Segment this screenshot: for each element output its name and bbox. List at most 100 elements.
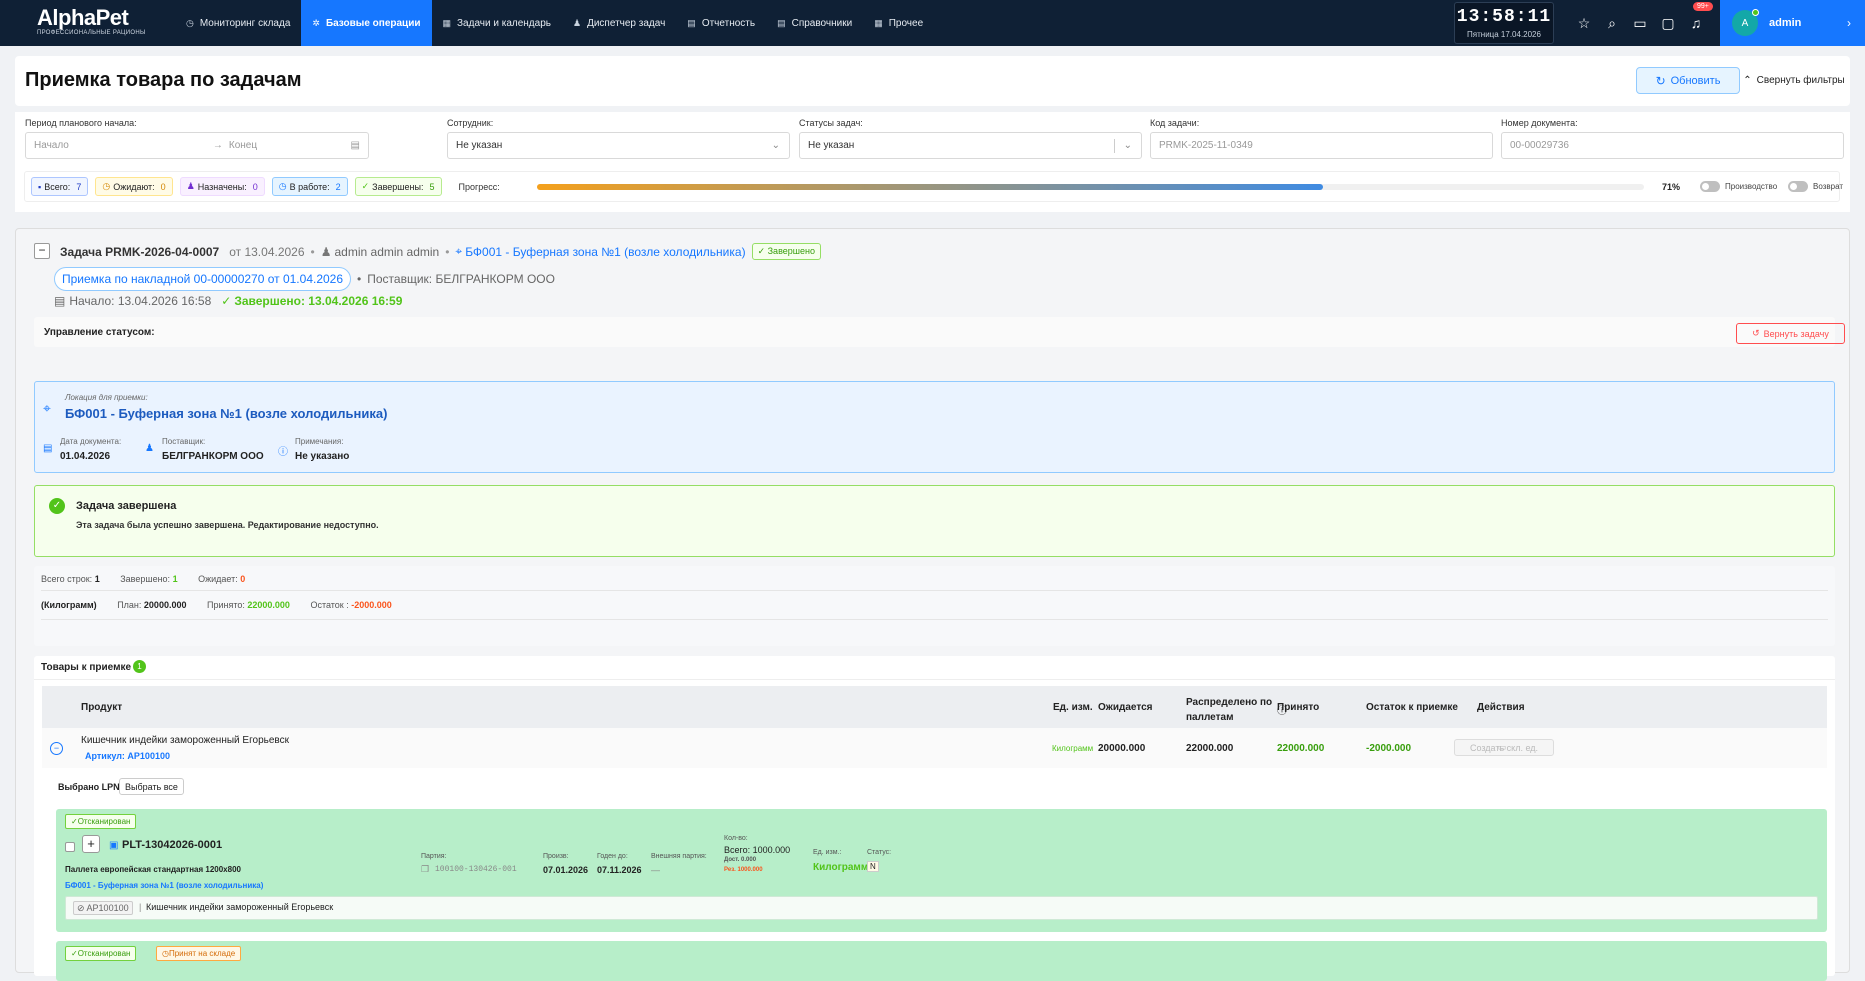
nav-base-operations[interactable]: ✲ Базовые операции: [301, 0, 432, 46]
status-control-panel: Управление статусом: ↺ Вернуть задачу: [34, 317, 1845, 347]
create-storage-unit-button[interactable]: ▭ Создать скл. ед.: [1454, 739, 1554, 756]
task-code-input[interactable]: PRMK-2025-11-0349: [1150, 132, 1493, 159]
expand-pallet-button[interactable]: +: [82, 835, 100, 853]
calendar-icon: ▦: [442, 17, 452, 28]
doc-number-label: Номер документа:: [1501, 118, 1578, 128]
task-doc-row: Приемка по накладной 00-00000270 от 01.0…: [54, 267, 555, 291]
doc-number-input[interactable]: 00-00029736: [1501, 132, 1844, 159]
nav-directories[interactable]: ▤ Справочники: [766, 0, 863, 46]
nav-tasks-calendar[interactable]: ▦ Задачи и календарь: [432, 0, 562, 46]
date-range-picker[interactable]: Начало → Конец ▤: [25, 132, 369, 159]
top-icons: ☆ ⌕ ▭ ▢ ♫ 99+: [1570, 0, 1713, 46]
divider: [41, 590, 1828, 591]
stat-assigned[interactable]: ♟ Назначены: 0: [179, 177, 265, 196]
ext-batch-value: —: [651, 865, 660, 875]
task-start: Начало: 13.04.2026 16:58: [69, 294, 212, 308]
pallet-lpn[interactable]: PLT-13042026-0001: [122, 839, 222, 851]
batch-label: Партия:: [421, 853, 447, 860]
refresh-label: Обновить: [1670, 74, 1721, 87]
stat-waiting[interactable]: ◷ Ожидают: 0: [95, 177, 173, 196]
pallet-unit-label: Ед. изм.:: [813, 849, 842, 856]
message-icon[interactable]: ▢: [1654, 15, 1682, 32]
bell-icon[interactable]: ♫ 99+: [1682, 2, 1713, 31]
product-name: Кишечник индейки замороженный Егорьевск: [81, 735, 289, 746]
divider: [1114, 139, 1115, 153]
stat-value: 2: [335, 181, 341, 192]
progress-percent: 71%: [1662, 182, 1681, 192]
chat-icon[interactable]: ▭: [1626, 15, 1654, 32]
qty-total: Всего: 1000.000: [724, 845, 791, 855]
end-date-input[interactable]: Конец: [229, 140, 368, 151]
item-name: Кишечник индейки замороженный Егорьевск: [146, 902, 334, 912]
star-icon[interactable]: ☆: [1570, 15, 1598, 32]
refresh-button[interactable]: ↻ Обновить: [1636, 67, 1740, 94]
clock-time: 13:58:11: [1456, 7, 1552, 27]
nav-other[interactable]: ▦ Прочее: [863, 0, 934, 46]
logo-subtitle: ПРОФЕССИОНАЛЬНЫЕ РАЦИОНЫ: [37, 30, 146, 36]
collapse-filters-button[interactable]: ⌃ Свернуть фильтры: [1738, 67, 1850, 94]
pallet-location[interactable]: БФ001 - Буферная зона №1 (возле холодиль…: [65, 881, 263, 890]
stat-total[interactable]: ▪ Всего: 7: [31, 177, 89, 196]
return-toggle[interactable]: [1788, 181, 1808, 192]
undo-icon: ↺: [1752, 328, 1760, 338]
collapse-task-button[interactable]: −: [34, 243, 50, 259]
task-finished: Завершено: 13.04.2026 16:59: [234, 294, 403, 308]
box-icon: ▣: [109, 840, 119, 851]
stat-done[interactable]: ✓ Завершены: 5: [354, 177, 442, 196]
stats-bar: ▪ Всего: 7 ◷ Ожидают: 0 ♟ Назначены: 0 ◷ В рабо…: [24, 171, 1843, 202]
done-title: Задача завершена: [76, 500, 177, 512]
employee-select[interactable]: Не указан ⌄: [447, 132, 790, 159]
employee-label: Сотрудник:: [447, 118, 494, 128]
copy-icon[interactable]: ❐: [421, 864, 429, 875]
search-icon[interactable]: ⌕: [1598, 15, 1626, 32]
check-circle-icon: ✓: [361, 181, 370, 191]
stat-inwork[interactable]: ◷ В работе: 2: [271, 177, 348, 196]
item-code-tag: ⊘ AP100100: [73, 901, 133, 915]
status-badge-label: Завершено: [767, 246, 815, 256]
help-icon[interactable]: ⓘ: [1277, 702, 1287, 717]
user-name: admin: [1769, 17, 1802, 29]
location-label: Локация для приемки:: [65, 393, 148, 402]
status-select[interactable]: Не указан ⌄: [799, 132, 1142, 159]
logo[interactable]: AlphaPet ПРОФЕССИОНАЛЬНЫЕ РАЦИОНЫ: [0, 0, 175, 46]
counts-panel: Всего строк: 1 Завершено: 1 Ожидает: 0 (…: [34, 566, 1835, 646]
task-card: − Задача PRMK-2026-04-0007 от 13.04.2026…: [15, 228, 1850, 981]
nav-dispatcher[interactable]: ♟ Диспетчер задач: [562, 0, 676, 46]
chevron-right-icon: ›: [1847, 16, 1851, 30]
nav-reports[interactable]: ▤ Отчетность: [676, 0, 766, 46]
product-accepted: 22000.000: [1277, 743, 1325, 754]
user-menu[interactable]: A admin ›: [1720, 0, 1865, 46]
task-code-label: Код задачи:: [1150, 118, 1200, 128]
done-text: Эта задача была успешно завершена. Редак…: [76, 520, 379, 530]
product-expected: 20000.000: [1098, 743, 1146, 754]
pallet-checkbox[interactable]: [65, 842, 75, 852]
accepted-label: Принято:: [206, 600, 245, 610]
grid-icon: ▦: [874, 17, 883, 28]
nav-monitoring[interactable]: ◷ Мониторинг склада: [175, 0, 301, 46]
arrow-right-icon: →: [212, 140, 223, 151]
doc-date-label: Дата документа:: [60, 437, 122, 446]
return-task-button[interactable]: ↺ Вернуть задачу: [1736, 323, 1845, 344]
task-title-row: Задача PRMK-2026-04-0007 от 13.04.2026 •…: [60, 243, 821, 260]
calendar-icon: ▤: [54, 294, 66, 308]
prod-label: Произв:: [543, 853, 569, 860]
doc-pill[interactable]: Приемка по накладной 00-00000270 от 01.0…: [54, 267, 352, 291]
production-toggle[interactable]: [1700, 181, 1720, 192]
employee-value: Не указан: [456, 140, 503, 151]
supplier-value: БЕЛГРАНКОРМ ООО: [162, 451, 264, 462]
check-circle-icon: ✓: [757, 246, 768, 256]
select-all-button[interactable]: Выбрать все: [119, 778, 184, 795]
accepted-warehouse-label: Принят на складе: [168, 949, 236, 958]
stat-value: 7: [76, 181, 82, 192]
task-location-link[interactable]: БФ001 - Буферная зона №1 (возле холодиль…: [465, 245, 745, 259]
scanned-tag-label: Отсканирован: [77, 949, 131, 958]
product-article[interactable]: Артикул: AP100100: [85, 751, 170, 761]
separator-bar: |: [139, 902, 142, 912]
completed-value: 1: [172, 574, 178, 584]
product-unit: Килограмм: [1052, 744, 1094, 753]
collapse-row-icon[interactable]: −: [50, 742, 63, 755]
status-label: Статусы задач:: [799, 118, 863, 128]
start-date-input[interactable]: Начало: [34, 140, 213, 151]
scanned-tag: ✓ Отсканирован: [65, 946, 137, 961]
progress-bar: [537, 184, 1644, 190]
